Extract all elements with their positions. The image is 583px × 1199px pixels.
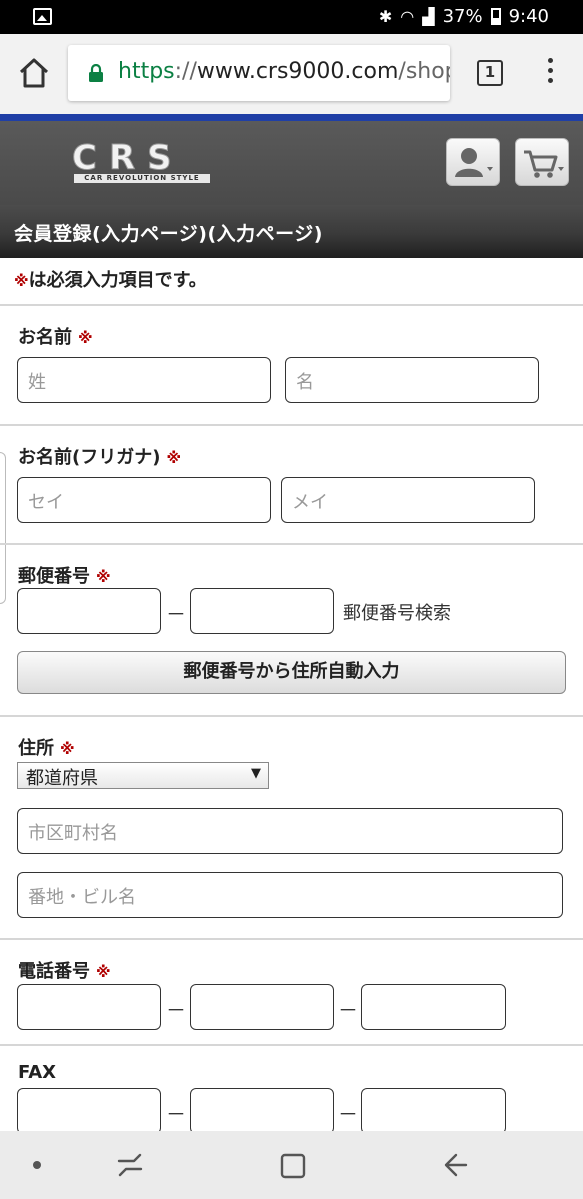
- user-icon: [455, 148, 493, 177]
- tab-switcher-button[interactable]: 1: [477, 60, 503, 86]
- zip-search-link[interactable]: 郵便番号検索: [343, 599, 451, 625]
- cart-button[interactable]: [515, 138, 569, 186]
- site-header: CRS CAR REVOLUTION STYLE: [0, 121, 583, 205]
- clock: 9:40: [508, 6, 549, 27]
- required-note-text: は必須入力項目です。: [28, 270, 207, 291]
- phone-separator: －: [338, 998, 358, 1022]
- fax-part3-input[interactable]: [361, 1088, 506, 1134]
- phone-part3-input[interactable]: [361, 984, 506, 1030]
- cart-icon: [524, 150, 564, 178]
- city-input[interactable]: 市区町村名: [17, 808, 563, 854]
- last-name-kana-input[interactable]: セイ: [17, 477, 271, 523]
- street-input[interactable]: 番地・ビル名: [17, 872, 563, 918]
- zip-first-input[interactable]: [17, 588, 161, 634]
- divider: [0, 1044, 583, 1046]
- signal-icon: ▟: [422, 7, 435, 26]
- system-nav-bar: [0, 1131, 583, 1199]
- last-name-input[interactable]: 姓: [17, 357, 271, 403]
- site-logo[interactable]: CRS CAR REVOLUTION STYLE: [72, 141, 212, 185]
- url-text: https://www.crs9000.com/shop: [118, 59, 450, 84]
- url-path: /shop: [398, 59, 450, 84]
- image-icon: [33, 8, 52, 25]
- name-label: お名前 ※: [18, 323, 93, 349]
- required-mark: ※: [14, 272, 29, 290]
- brand-strip: [0, 114, 583, 121]
- recent-apps-icon[interactable]: [116, 1151, 144, 1179]
- divider: [0, 938, 583, 940]
- page-title-bar: 会員登録(入力ページ)(入力ページ): [0, 205, 583, 258]
- account-button[interactable]: [446, 138, 500, 186]
- back-icon[interactable]: [441, 1151, 469, 1179]
- address-label: 住所 ※: [18, 734, 75, 760]
- divider: [0, 543, 583, 545]
- url-separator: ://: [174, 59, 197, 84]
- overflow-menu-icon[interactable]: [540, 58, 560, 88]
- home-icon[interactable]: [18, 56, 50, 90]
- battery-percent: 37%: [442, 6, 483, 27]
- kana-label: お名前(フリガナ) ※: [18, 443, 181, 469]
- fax-part2-input[interactable]: [190, 1088, 334, 1134]
- page-title: 会員登録(入力ページ)(入力ページ): [14, 223, 323, 245]
- dropdown-arrow-icon: ▼: [251, 766, 261, 781]
- zip-separator: －: [166, 602, 186, 626]
- required-mark: ※: [78, 329, 93, 347]
- fax-separator: －: [338, 1102, 358, 1126]
- required-mark: ※: [96, 963, 111, 981]
- side-drawer-handle[interactable]: [0, 452, 6, 604]
- zip-label: 郵便番号 ※: [18, 562, 111, 588]
- status-bar: ✱ ◠ ▟ 37% 9:40: [0, 0, 583, 34]
- prefecture-select[interactable]: 都道府県 ▼: [17, 762, 269, 789]
- wifi-icon: ◠: [400, 7, 415, 26]
- phone-separator: －: [166, 998, 186, 1022]
- nav-dot-indicator: [33, 1161, 41, 1169]
- kana-label-text: お名前(フリガナ): [18, 447, 161, 468]
- phone-part2-input[interactable]: [190, 984, 334, 1030]
- required-note: ※は必須入力項目です。: [14, 266, 207, 292]
- zip-label-text: 郵便番号: [18, 566, 90, 587]
- required-mark: ※: [60, 740, 75, 758]
- zip-autofill-button[interactable]: 郵便番号から住所自動入力: [17, 651, 566, 694]
- home-nav-icon[interactable]: [279, 1152, 307, 1180]
- phone-label: 電話番号 ※: [18, 957, 111, 983]
- prefecture-value: 都道府県: [26, 768, 98, 789]
- battery-icon: [490, 8, 501, 25]
- address-bar[interactable]: https://www.crs9000.com/shop: [68, 45, 450, 101]
- lock-icon: [89, 64, 103, 82]
- zip-second-input[interactable]: [190, 588, 334, 634]
- first-name-input[interactable]: 名: [285, 357, 539, 403]
- phone-label-text: 電話番号: [18, 961, 90, 982]
- first-name-kana-input[interactable]: メイ: [281, 477, 535, 523]
- name-label-text: お名前: [18, 327, 72, 348]
- divider: [0, 304, 583, 306]
- phone-part1-input[interactable]: [17, 984, 161, 1030]
- bluetooth-icon: ✱: [378, 7, 393, 26]
- address-label-text: 住所: [18, 738, 54, 759]
- required-mark: ※: [166, 449, 182, 467]
- url-scheme: https: [118, 59, 175, 84]
- divider: [0, 715, 583, 717]
- url-host: www.crs9000.com: [196, 59, 399, 84]
- browser-toolbar: https://www.crs9000.com/shop 1: [0, 34, 583, 114]
- divider: [0, 424, 583, 426]
- logo-text: CRS: [72, 138, 184, 178]
- logo-tagline: CAR REVOLUTION STYLE: [74, 174, 210, 183]
- fax-separator: －: [166, 1102, 186, 1126]
- fax-part1-input[interactable]: [17, 1088, 161, 1134]
- fax-label: FAX: [18, 1062, 57, 1083]
- required-mark: ※: [96, 568, 111, 586]
